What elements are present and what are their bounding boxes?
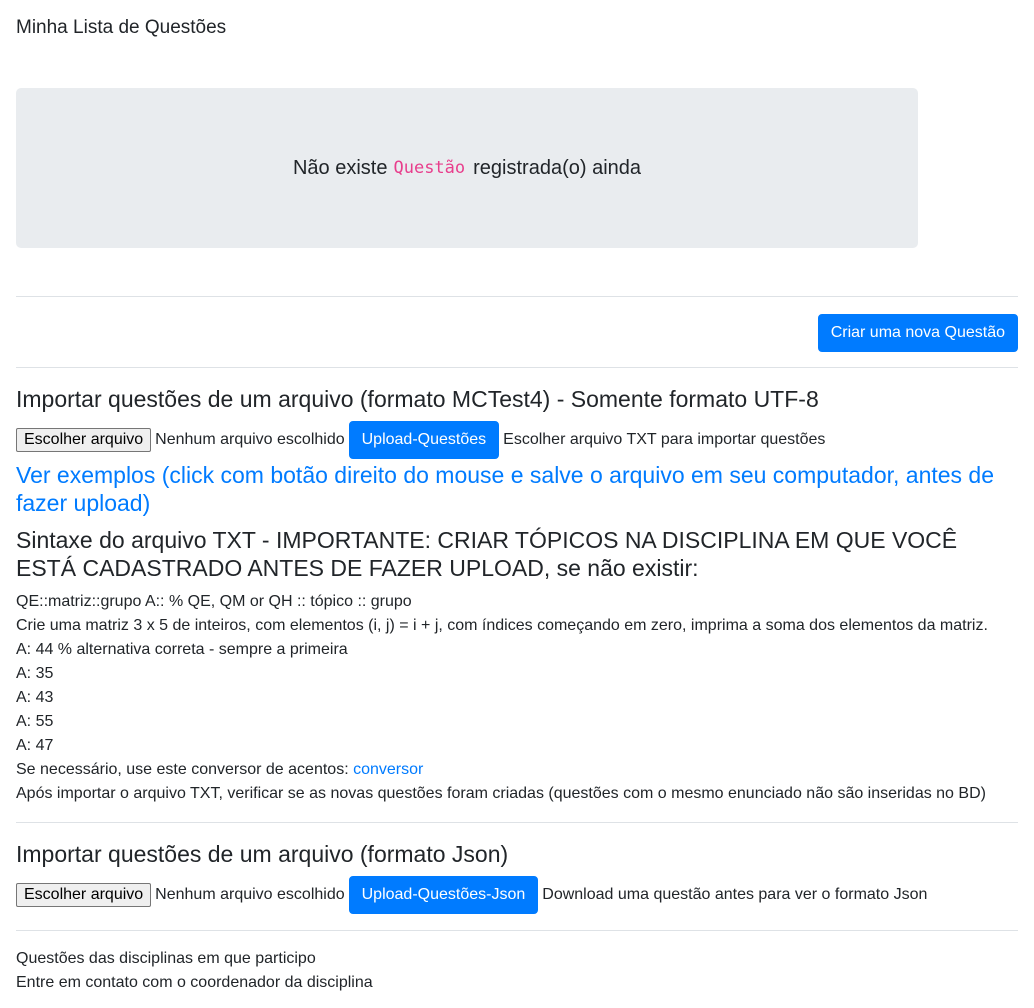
import-json-title: Importar questões de um arquivo (formato… <box>16 841 509 867</box>
syntax-line: A: 44 % alternativa correta - sempre a p… <box>16 641 348 658</box>
footer-line-contact: Entre em contato com o coordenador da di… <box>16 974 373 991</box>
syntax-line: A: 47 <box>16 737 54 754</box>
choose-file-button-json[interactable]: Escolher arquivo <box>16 883 152 907</box>
syntax-line: A: 43 <box>16 689 54 706</box>
syntax-title: Sintaxe do arquivo TXT - IMPORTANTE: CRI… <box>16 527 958 581</box>
syntax-line: QE::matriz::grupo A:: % QE, QM or QH :: … <box>16 593 412 610</box>
empty-state-suffix: registrada(o) ainda <box>473 157 642 179</box>
no-file-text-json: Nenhum arquivo escolhido <box>155 886 345 903</box>
import-txt-title: Importar questões de um arquivo (formato… <box>16 386 819 412</box>
no-file-text: Nenhum arquivo escolhido <box>155 431 345 448</box>
divider <box>16 367 1018 368</box>
divider <box>16 296 1018 297</box>
divider <box>16 822 1018 823</box>
empty-state-entity: Questão <box>393 158 466 178</box>
upload-questions-json-button[interactable]: Upload-Questões-Json <box>348 876 539 914</box>
import-txt-row: Escolher arquivo Nenhum arquivo escolhid… <box>16 421 825 459</box>
converter-link[interactable]: conversor <box>353 761 423 778</box>
after-import-note: Após importar o arquivo TXT, verificar s… <box>16 785 986 802</box>
new-question-button[interactable]: Criar uma nova Questão <box>817 314 1018 352</box>
empty-state-prefix: Não existe <box>292 157 388 179</box>
footer: Questões das disciplinas em que particip… <box>16 947 373 995</box>
import-json-hint: Download uma questão antes para ver o fo… <box>542 886 928 903</box>
import-txt-hint: Escolher arquivo TXT para importar quest… <box>503 431 826 448</box>
choose-file-button[interactable]: Escolher arquivo <box>16 428 152 452</box>
divider <box>16 930 1018 931</box>
syntax-line: A: 35 <box>16 665 54 682</box>
syntax-lines: QE::matriz::grupo A:: % QE, QM or QH :: … <box>16 590 1021 806</box>
converter-prefix: Se necessário, use este conversor de ace… <box>16 761 349 778</box>
import-json-row: Escolher arquivo Nenhum arquivo escolhid… <box>16 876 927 914</box>
upload-questions-button[interactable]: Upload-Questões <box>348 421 500 459</box>
empty-state-box: Não existe Questão registrada(o) ainda <box>16 88 918 248</box>
examples-link[interactable]: Ver exemplos (click com botão direito do… <box>16 461 1016 517</box>
page-title: Minha Lista de Questões <box>16 17 227 38</box>
syntax-line: Crie uma matriz 3 x 5 de inteiros, com e… <box>16 617 988 634</box>
syntax-line: A: 55 <box>16 713 54 730</box>
converter-line: Se necessário, use este conversor de ace… <box>16 758 1021 782</box>
footer-line-disciplines: Questões das disciplinas em que particip… <box>16 950 316 967</box>
